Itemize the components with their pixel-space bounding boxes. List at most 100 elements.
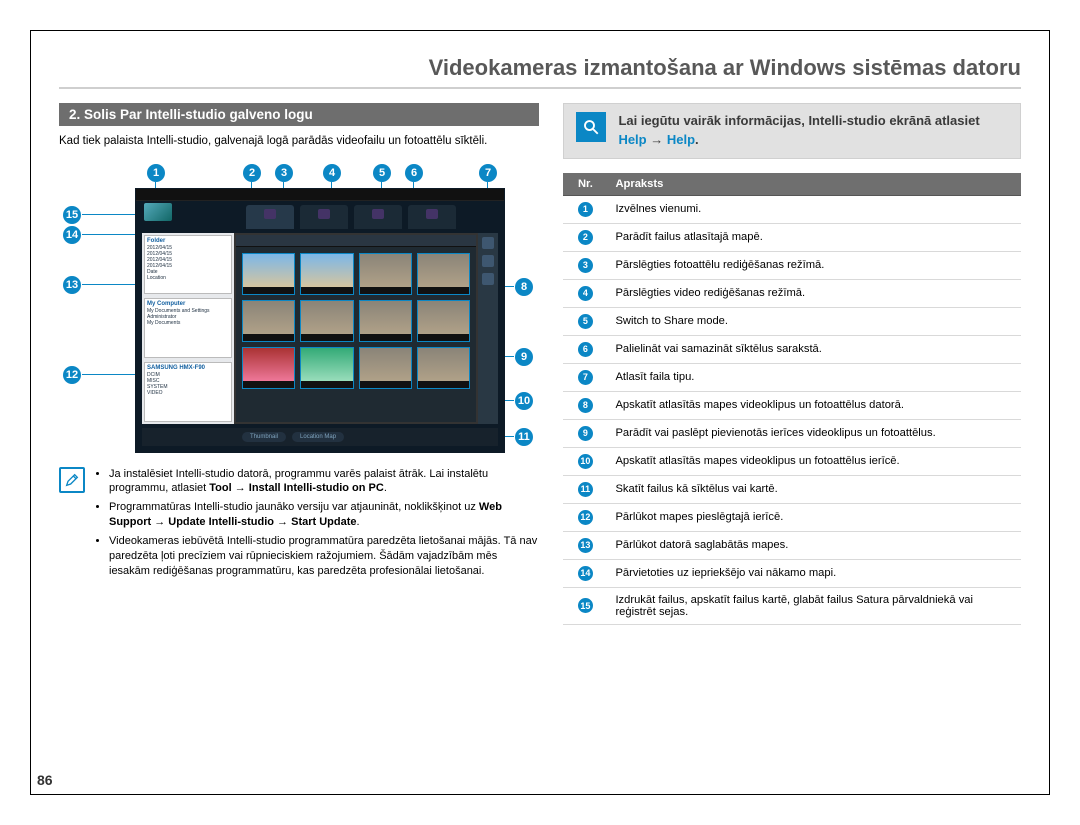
content-columns: 2. Solis Par Intelli-studio galveno logu… xyxy=(59,103,1021,774)
row-desc: Parādīt vai paslēpt pievienotās ierīces … xyxy=(607,419,1021,447)
table-row: 6Palielināt vai samazināt sīktēlus sarak… xyxy=(563,335,1021,363)
panel-title: SAMSUNG HMX-F90 xyxy=(147,365,229,371)
folder-panel: Folder 2012/04/15 2012/04/15 2012/04/15 … xyxy=(144,235,232,295)
help-link: Help xyxy=(667,132,695,147)
left-column: 2. Solis Par Intelli-studio galveno logu… xyxy=(59,103,539,774)
app-diagram: 1 2 3 4 5 6 7 15 14 13 12 xyxy=(85,168,505,453)
callout-10: 10 xyxy=(515,392,533,410)
table-row: 7Atlasīt faila tipu. xyxy=(563,363,1021,391)
row-num: 2 xyxy=(578,230,593,245)
manual-page: Videokameras izmantošana ar Windows sist… xyxy=(30,30,1050,795)
table-row: 1 Izvēlnes vienumi. xyxy=(563,195,1021,223)
row-num: 12 xyxy=(578,510,593,525)
table-row: 8Apskatīt atlasītās mapes videoklipus un… xyxy=(563,391,1021,419)
row-desc: Parādīt failus atlasītajā mapē. xyxy=(607,223,1021,251)
app-window: Folder 2012/04/15 2012/04/15 2012/04/15 … xyxy=(135,188,505,453)
lead xyxy=(82,374,136,375)
callout-13: 13 xyxy=(63,276,81,294)
app-body: Folder 2012/04/15 2012/04/15 2012/04/15 … xyxy=(142,233,498,424)
col-desc: Apraksts xyxy=(607,173,1021,196)
callout-1: 1 xyxy=(147,164,165,182)
callout-15: 15 xyxy=(63,206,81,224)
app-sidebar-left: Folder 2012/04/15 2012/04/15 2012/04/15 … xyxy=(142,233,234,424)
table-row: 5 Switch to Share mode. xyxy=(563,307,1021,335)
table-row: 2 Parādīt failus atlasītajā mapē. xyxy=(563,223,1021,251)
row-desc: Apskatīt atlasītās mapes videoklipus un … xyxy=(607,447,1021,475)
app-logo xyxy=(144,203,172,221)
thumbs-grid xyxy=(236,247,476,422)
sidebar-right-icon xyxy=(482,255,494,267)
row-desc: Izdrukāt failus, apskatīt failus kartē, … xyxy=(607,587,1021,624)
row-num: 10 xyxy=(578,454,593,469)
row-num: 13 xyxy=(578,538,593,553)
info-text: Lai iegūtu vairāk informācijas, Intelli-… xyxy=(618,112,1008,150)
right-column: Lai iegūtu vairāk informācijas, Intelli-… xyxy=(563,103,1021,774)
table-row: 15 Izdrukāt failus, apskatīt failus kartē… xyxy=(563,587,1021,624)
callout-4: 4 xyxy=(323,164,341,182)
note-text: . xyxy=(384,482,387,494)
note-box: Ja instalēsiet Intelli-studio datorā, pr… xyxy=(59,467,539,583)
table-row: 11Skatīt failus kā sīktēlus vai kartē. xyxy=(563,475,1021,503)
note-text: . xyxy=(357,516,360,528)
row-num: 4 xyxy=(578,286,593,301)
callout-11: 11 xyxy=(515,428,533,446)
note-list: Ja instalēsiet Intelli-studio datorā, pr… xyxy=(95,467,539,583)
page-number: 86 xyxy=(37,772,53,788)
row-num: 6 xyxy=(578,342,593,357)
device-panel: SAMSUNG HMX-F90 DCIM MISC SYSTEM VIDEO xyxy=(144,362,232,422)
thumb xyxy=(242,300,295,342)
row-num: 7 xyxy=(578,370,593,385)
row-desc: Switch to Share mode. xyxy=(607,307,1021,335)
callout-3: 3 xyxy=(275,164,293,182)
note-item: Videokameras iebūvētā Intelli-studio pro… xyxy=(109,534,539,579)
app-sidebar-right xyxy=(478,233,498,424)
thumbs-toolbar xyxy=(236,235,476,247)
row-desc: Pārlūkot mapes pieslēgtajā ierīcē. xyxy=(607,503,1021,531)
table-row: 10 Apskatīt atlasītās mapes videoklipus u… xyxy=(563,447,1021,475)
row-desc: Pārslēgties video rediģēšanas režīmā. xyxy=(607,279,1021,307)
thumb xyxy=(300,347,353,389)
note-item: Programmatūras Intelli-studio jaunāko ve… xyxy=(109,500,539,530)
col-nr: Nr. xyxy=(563,173,607,196)
note-icon xyxy=(59,467,85,493)
sidebar-right-icon xyxy=(482,237,494,249)
row-num: 8 xyxy=(578,398,593,413)
app-menubar xyxy=(136,189,504,201)
row-desc: Pārslēgties fotoattēlu rediģēšanas režīm… xyxy=(607,251,1021,279)
row-num: 5 xyxy=(578,314,593,329)
note-bold: Tool → Install Intelli-studio on PC xyxy=(209,482,384,494)
info-bar: Lai iegūtu vairāk informācijas, Intelli-… xyxy=(563,103,1021,159)
lead xyxy=(82,214,136,215)
callout-12: 12 xyxy=(63,366,81,384)
lead xyxy=(82,284,136,285)
thumb xyxy=(359,253,412,295)
description-table: Nr. Apraksts 1 Izvēlnes vienumi. 2 Parādīt… xyxy=(563,173,1021,625)
row-desc: Pārlūkot datorā saglabātās mapes. xyxy=(607,531,1021,559)
app-footer: Thumbnail Location Map xyxy=(142,428,498,446)
panel-title: My Computer xyxy=(147,301,229,307)
note-item: Ja instalēsiet Intelli-studio datorā, pr… xyxy=(109,467,539,497)
table-row: 4 Pārslēgties video rediģēšanas režīmā. xyxy=(563,279,1021,307)
row-num: 3 xyxy=(578,258,593,273)
page-title: Videokameras izmantošana ar Windows sist… xyxy=(59,55,1021,89)
step-heading: 2. Solis Par Intelli-studio galveno logu xyxy=(59,103,539,126)
magnifier-icon xyxy=(576,112,606,142)
row-desc: Pārvietoties uz iepriekšējo vai nākamo m… xyxy=(607,559,1021,587)
thumb xyxy=(417,347,470,389)
thumb xyxy=(242,253,295,295)
table-row: 9Parādīt vai paslēpt pievienotās ierīces… xyxy=(563,419,1021,447)
thumbnail-area xyxy=(236,235,476,422)
callout-5: 5 xyxy=(373,164,391,182)
app-tabs xyxy=(206,203,496,229)
note-text: Programmatūras Intelli-studio jaunāko ve… xyxy=(109,501,479,513)
thumb xyxy=(300,300,353,342)
row-desc: Izvēlnes vienumi. xyxy=(607,195,1021,223)
info-text-part: Lai iegūtu vairāk informācijas, Intelli-… xyxy=(618,113,979,128)
tree-line: My Documents xyxy=(147,320,229,326)
footer-pill-thumbnail: Thumbnail xyxy=(242,432,286,442)
row-num: 15 xyxy=(578,598,593,613)
row-num: 14 xyxy=(578,566,593,581)
row-num: 1 xyxy=(578,202,593,217)
thumb xyxy=(359,300,412,342)
app-tab-library xyxy=(246,205,294,229)
